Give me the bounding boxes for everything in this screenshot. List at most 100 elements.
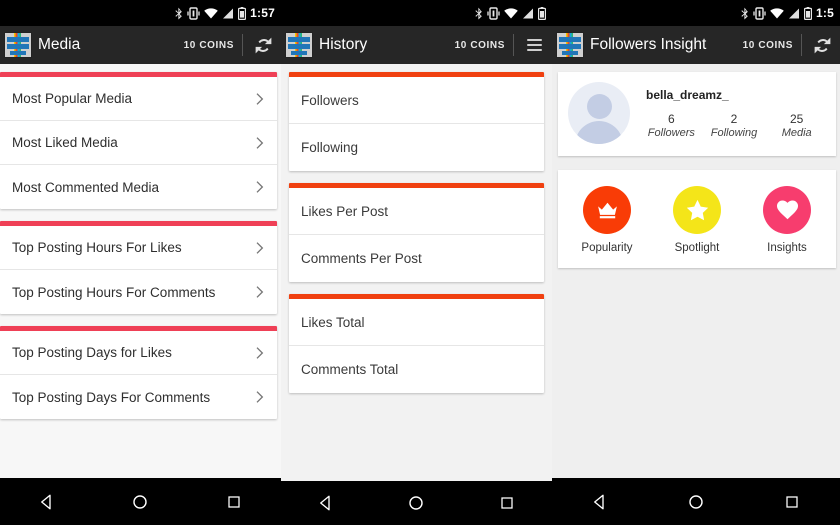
phone-panel-history: History 10 COINS Followers Following Lik… bbox=[281, 0, 552, 525]
app-toolbar: Followers Insight 10 COINS bbox=[552, 26, 840, 64]
refresh-button[interactable] bbox=[251, 33, 275, 57]
list-item[interactable]: Likes Total bbox=[289, 299, 544, 346]
shortcut-label: Insights bbox=[767, 242, 807, 254]
list-item[interactable]: Followers bbox=[289, 77, 544, 124]
back-icon bbox=[40, 494, 51, 509]
vibrate-icon bbox=[487, 6, 500, 20]
nav-home-button[interactable] bbox=[396, 488, 436, 518]
page-title: History bbox=[319, 36, 368, 53]
shortcut-card: Popularity Spotlight Insights bbox=[558, 170, 836, 268]
refresh-icon bbox=[255, 37, 271, 53]
stat-label: Media bbox=[781, 126, 812, 139]
list-item[interactable]: Top Posting Days For Comments bbox=[0, 375, 277, 419]
battery-icon bbox=[538, 6, 546, 20]
star-icon bbox=[686, 199, 708, 220]
phone-panel-followers-insight: 1:5 Followers Insight 10 COINS bella_dre… bbox=[552, 0, 840, 525]
home-icon bbox=[689, 494, 703, 509]
shortcut-circle bbox=[673, 186, 721, 234]
android-nav-bar bbox=[0, 478, 281, 525]
vibrate-icon bbox=[753, 6, 766, 20]
refresh-button[interactable] bbox=[810, 33, 834, 57]
app-toolbar: Media 10 COINS bbox=[0, 26, 281, 64]
card-group: Top Posting Days for Likes Top Posting D… bbox=[0, 326, 277, 419]
wifi-icon bbox=[204, 7, 218, 19]
stat-value: 2 bbox=[730, 111, 738, 126]
shortcut-popularity[interactable]: Popularity bbox=[562, 186, 652, 254]
recents-icon bbox=[228, 495, 240, 508]
app-toolbar: History 10 COINS bbox=[281, 26, 552, 64]
toolbar-divider bbox=[513, 34, 514, 56]
list-item[interactable]: Following bbox=[289, 124, 544, 171]
page-title: Media bbox=[38, 36, 81, 53]
nav-back-button[interactable] bbox=[580, 487, 620, 517]
list-item[interactable]: Most Popular Media bbox=[0, 77, 277, 121]
profile-stats: 6 Followers 2 Following 25 Media bbox=[640, 112, 828, 141]
list-item-label: Most Liked Media bbox=[12, 135, 118, 150]
shortcut-label: Spotlight bbox=[674, 242, 720, 254]
android-nav-bar bbox=[552, 478, 840, 525]
back-icon bbox=[594, 494, 604, 509]
shortcut-insights[interactable]: Insights bbox=[742, 186, 832, 254]
list-item[interactable]: Top Posting Days for Likes bbox=[0, 331, 277, 375]
card-group: Likes Total Comments Total bbox=[289, 294, 544, 393]
list-item[interactable]: Most Liked Media bbox=[0, 121, 277, 165]
app-logo-icon bbox=[4, 32, 32, 58]
back-icon bbox=[320, 495, 330, 511]
list-item[interactable]: Likes Per Post bbox=[289, 188, 544, 235]
list-item[interactable]: Most Commented Media bbox=[0, 165, 277, 209]
list-item[interactable]: Comments Total bbox=[289, 346, 544, 393]
card-group: Top Posting Hours For Likes Top Posting … bbox=[0, 221, 277, 314]
stat-followers: 6 Followers bbox=[640, 112, 703, 141]
screenshot-root: 1:57 Media 10 COINS Most Popular Media M… bbox=[0, 0, 840, 525]
bluetooth-icon bbox=[175, 7, 182, 19]
list-item[interactable]: Top Posting Hours For Comments bbox=[0, 270, 277, 314]
menu-icon bbox=[526, 39, 542, 51]
stat-value: 25 bbox=[790, 111, 804, 126]
list-item[interactable]: Top Posting Hours For Likes bbox=[0, 226, 277, 270]
list-item-label: Top Posting Days for Likes bbox=[12, 345, 172, 360]
card-group: Followers Following bbox=[289, 72, 544, 171]
vibrate-icon bbox=[187, 6, 200, 20]
nav-recents-button[interactable] bbox=[772, 487, 812, 517]
refresh-icon bbox=[814, 37, 830, 53]
shortcut-spotlight[interactable]: Spotlight bbox=[652, 186, 742, 254]
signal-icon bbox=[523, 8, 533, 18]
nav-back-button[interactable] bbox=[27, 487, 67, 517]
bluetooth-icon bbox=[741, 7, 748, 19]
coins-badge: 10 COINS bbox=[183, 39, 234, 51]
list-item[interactable]: Comments Per Post bbox=[289, 235, 544, 282]
chevron-right-icon bbox=[256, 181, 264, 193]
crown-icon bbox=[597, 202, 617, 218]
list-item-label: Comments Per Post bbox=[301, 251, 422, 266]
history-list-content: Followers Following Likes Per Post Comme… bbox=[281, 64, 552, 525]
stat-label: Following bbox=[710, 126, 758, 139]
app-logo-icon bbox=[285, 32, 313, 58]
status-bar-clock: 1:5 bbox=[816, 6, 834, 20]
card-group: Most Popular Media Most Liked Media Most… bbox=[0, 72, 277, 209]
status-bar: 1:5 bbox=[552, 0, 840, 26]
chevron-right-icon bbox=[256, 286, 264, 298]
insight-content: bella_dreamz_ 6 Followers 2 Following 25 bbox=[552, 64, 840, 525]
nav-home-button[interactable] bbox=[676, 487, 716, 517]
battery-icon bbox=[804, 6, 813, 20]
chevron-right-icon bbox=[256, 136, 264, 149]
phone-panel-media: 1:57 Media 10 COINS Most Popular Media M… bbox=[0, 0, 281, 525]
profile-card: bella_dreamz_ 6 Followers 2 Following 25 bbox=[558, 72, 836, 156]
toolbar-divider bbox=[242, 34, 243, 56]
shortcut-label: Popularity bbox=[581, 242, 633, 254]
status-bar-icons bbox=[475, 6, 546, 20]
home-icon bbox=[409, 496, 424, 510]
menu-button[interactable] bbox=[522, 33, 546, 57]
profile-details: bella_dreamz_ 6 Followers 2 Following 25 bbox=[640, 86, 828, 141]
list-item-label: Most Commented Media bbox=[12, 179, 160, 195]
list-item-label: Followers bbox=[301, 92, 359, 108]
nav-back-button[interactable] bbox=[306, 488, 346, 518]
nav-recents-button[interactable] bbox=[214, 487, 254, 517]
toolbar-divider bbox=[801, 34, 802, 56]
stat-following: 2 Following bbox=[703, 112, 766, 141]
default-avatar-icon bbox=[568, 82, 630, 144]
shortcut-circle bbox=[583, 186, 631, 234]
nav-recents-button[interactable] bbox=[487, 488, 527, 518]
list-item-label: Top Posting Hours For Likes bbox=[12, 240, 182, 255]
nav-home-button[interactable] bbox=[120, 487, 160, 517]
